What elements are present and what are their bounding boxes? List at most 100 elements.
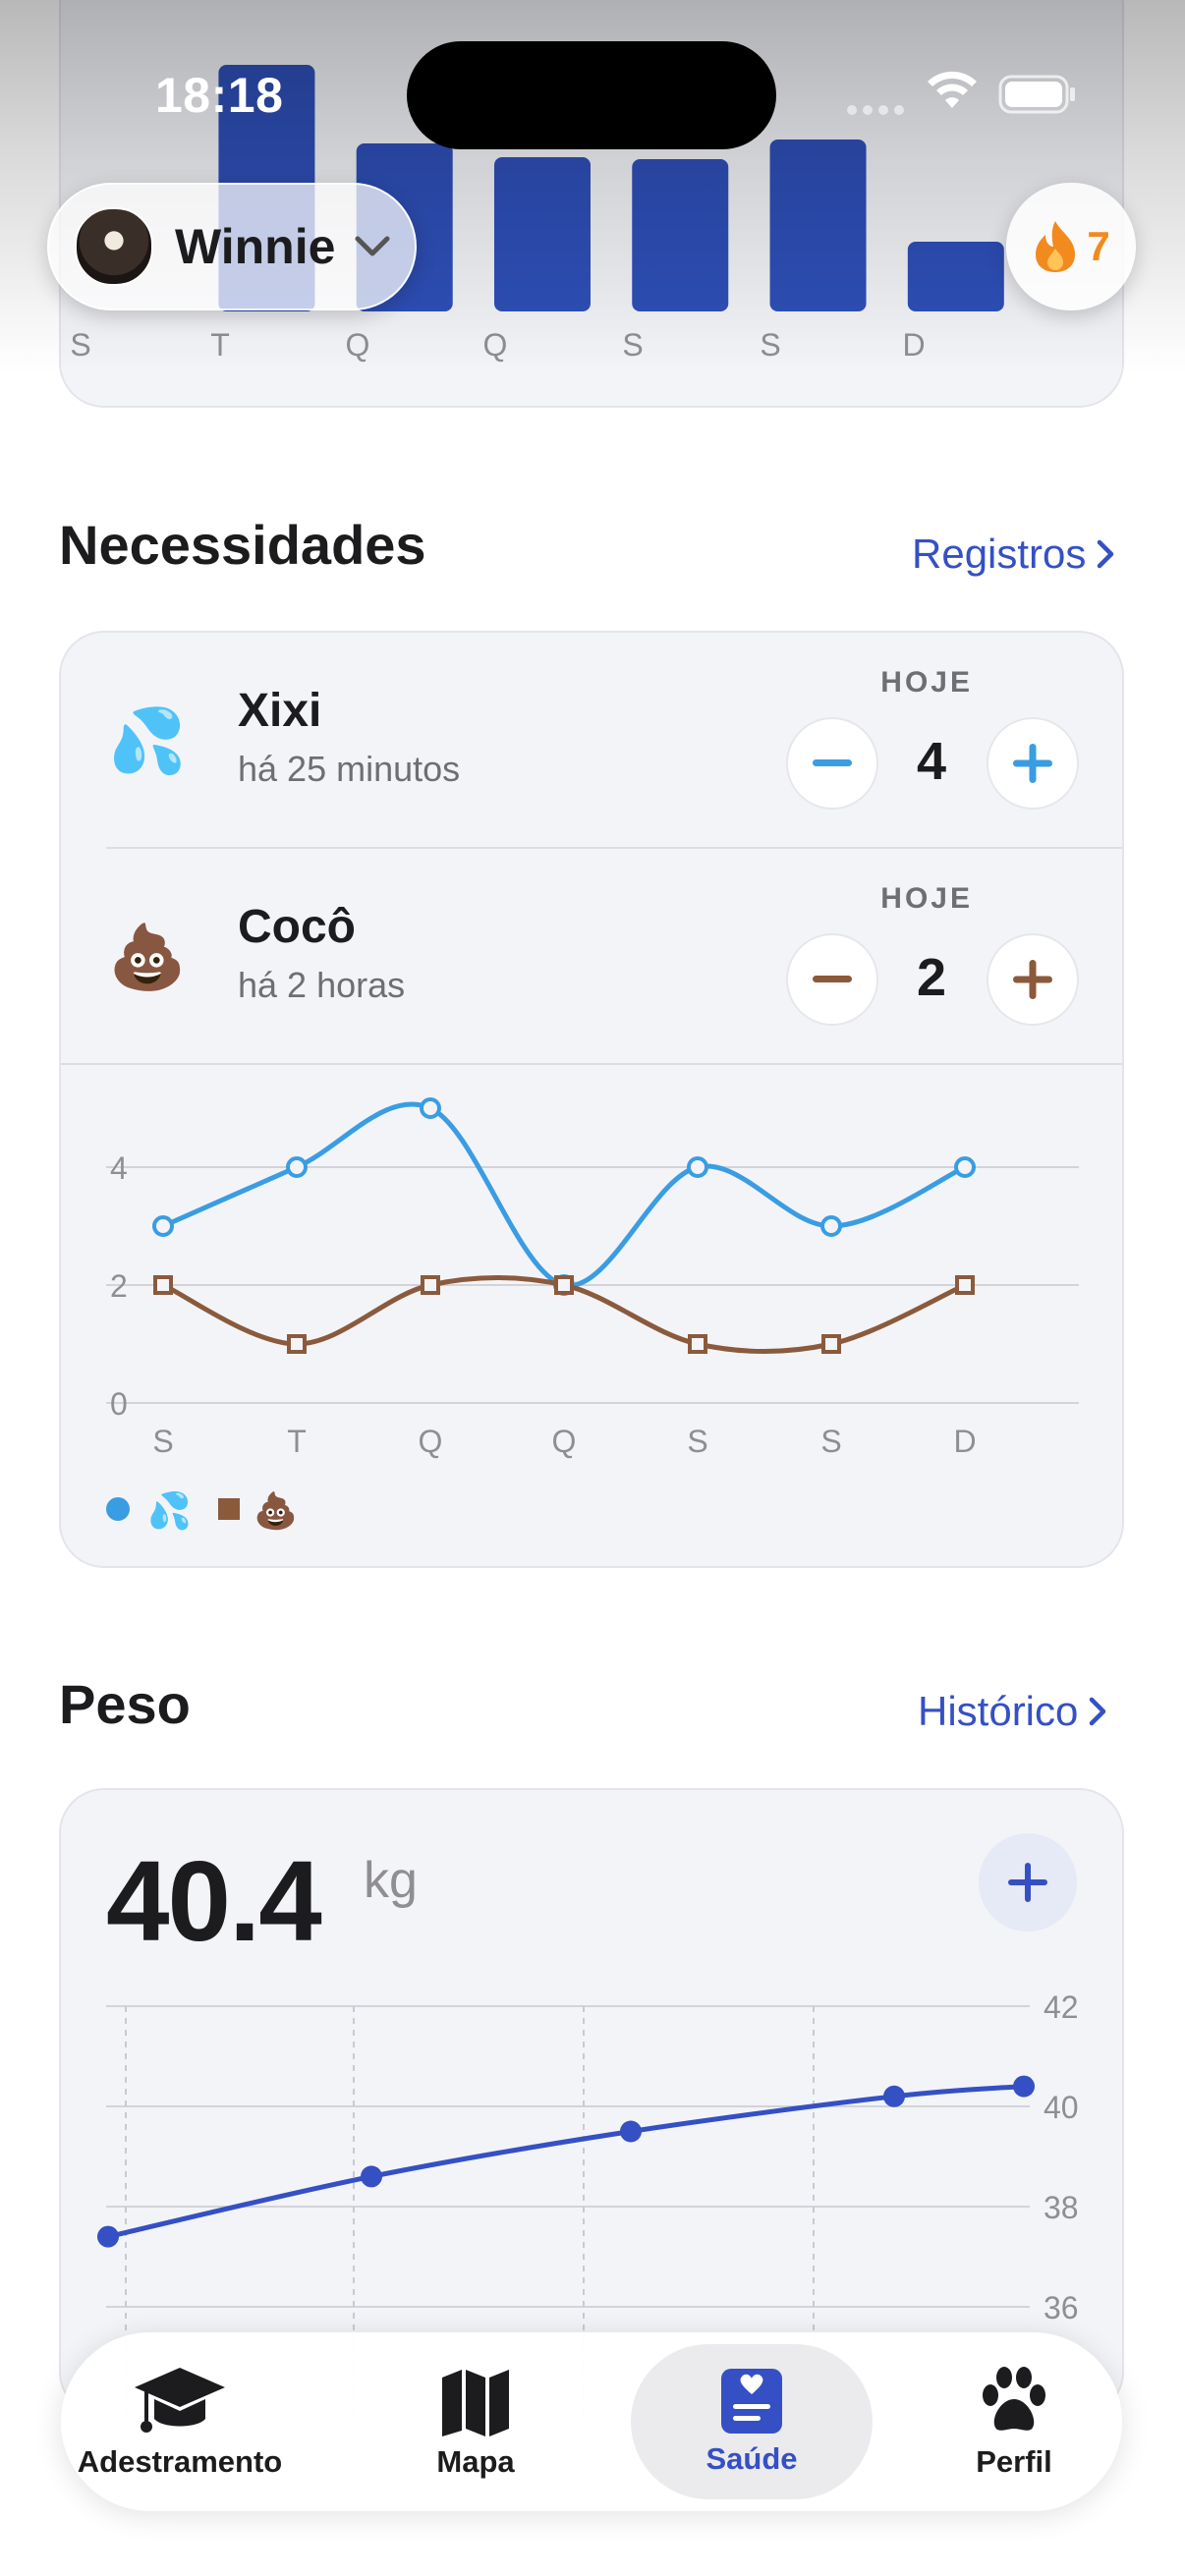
need-row-poop: 💩 Cocô há 2 horas HOJE 2 (61, 849, 1122, 1063)
needs-line-chart: 0 2 4 S T Q Q S S D 💦 💩 (106, 1097, 1079, 1532)
add-weight-button[interactable] (979, 1833, 1077, 1932)
activity-bar (907, 242, 1004, 311)
weight-history-label: Histórico (918, 1688, 1079, 1734)
poop-decrement-button[interactable] (786, 933, 878, 1026)
pet-name: Winnie (175, 219, 336, 274)
paw-icon (983, 2367, 1045, 2431)
weight-value: 40.4 (106, 1837, 322, 1965)
x-tick-label: S (820, 1424, 841, 1459)
map-icon (442, 2370, 509, 2436)
day-label: S (760, 327, 780, 363)
data-point (361, 2165, 382, 2188)
need-row-pee: 💦 Xixi há 25 minutos HOJE 4 (61, 633, 1122, 847)
day-label: Q (483, 327, 508, 363)
poop-icon: 💩 (108, 922, 187, 992)
plus-icon (1008, 1863, 1047, 1902)
health-record-icon (721, 2369, 782, 2434)
data-point (688, 1334, 707, 1354)
data-point (286, 1156, 308, 1178)
weight-unit: kg (364, 1852, 418, 1909)
data-point (421, 1275, 440, 1295)
dynamic-island (407, 41, 776, 149)
day-label: S (622, 327, 643, 363)
battery-icon (998, 75, 1075, 114)
need-title: Xixi (238, 685, 322, 737)
weight-section-title: Peso (59, 1673, 191, 1735)
chevron-down-icon (355, 236, 390, 256)
y-tick-label: 36 (1044, 2290, 1079, 2325)
y-tick-label: 38 (1044, 2190, 1079, 2225)
activity-bar (769, 140, 867, 311)
activity-bar (493, 157, 591, 311)
data-point (554, 1275, 574, 1295)
x-tick-label: T (287, 1424, 307, 1459)
x-tick-label: S (152, 1424, 173, 1459)
legend-swatch (106, 1497, 130, 1521)
plus-icon (1013, 960, 1052, 999)
data-point (420, 1097, 441, 1119)
plus-icon (1013, 744, 1052, 783)
tab-label: Mapa (436, 2444, 515, 2479)
need-today-label: HOJE (880, 666, 973, 699)
tab-label: Perfil (976, 2444, 1052, 2479)
need-last-time: há 25 minutos (238, 749, 461, 789)
poop-increment-button[interactable] (987, 933, 1079, 1026)
tab-label: Saúde (705, 2441, 798, 2476)
minus-icon (813, 759, 852, 766)
water-drops-icon: 💦 (108, 705, 187, 776)
tab-mapa[interactable]: Mapa (387, 2344, 564, 2499)
activity-bar (632, 159, 729, 311)
y-tick-label: 4 (110, 1150, 128, 1186)
pet-selector[interactable]: Winnie (47, 183, 417, 310)
data-point (954, 1156, 976, 1178)
data-point (820, 1215, 842, 1237)
day-label: T (210, 327, 230, 363)
needs-section-title: Necessidades (59, 514, 426, 576)
data-point (955, 1275, 975, 1295)
x-tick-label: D (953, 1424, 976, 1459)
x-tick-label: Q (552, 1424, 577, 1459)
data-point (821, 1334, 841, 1354)
flame-icon (1036, 221, 1076, 272)
cellular-signal-icon (847, 102, 910, 120)
y-tick-label: 0 (110, 1386, 128, 1422)
need-today-label: HOJE (880, 882, 973, 915)
needs-records-link[interactable]: Registros (912, 531, 1115, 578)
day-label: D (902, 327, 925, 363)
needs-card: 💦 Xixi há 25 minutos HOJE 4 💩 Cocô há 2 … (59, 631, 1124, 1568)
y-tick-label: 40 (1044, 2090, 1079, 2125)
legend-swatch (218, 1498, 240, 1520)
pee-count: 4 (916, 732, 947, 791)
pet-avatar (75, 207, 153, 286)
pee-increment-button[interactable] (987, 717, 1079, 810)
x-tick-label: Q (419, 1424, 443, 1459)
chevron-right-icon (1098, 539, 1114, 569)
data-point (1013, 2075, 1035, 2098)
tab-perfil[interactable]: Perfil (926, 2344, 1102, 2499)
data-point (287, 1334, 307, 1354)
need-title: Cocô (238, 901, 356, 953)
tab-saude[interactable]: Saúde (631, 2344, 873, 2499)
streak-badge[interactable]: 7 (1006, 183, 1136, 310)
status-time: 18:18 (155, 68, 284, 123)
needs-records-label: Registros (912, 531, 1087, 577)
legend-label: 💩 (254, 1490, 298, 1531)
data-point (620, 2120, 642, 2143)
need-last-time: há 2 horas (238, 965, 406, 1005)
tab-bar: Adestramento Mapa Saúde Perfil (61, 2332, 1122, 2511)
chevron-right-icon (1090, 1697, 1106, 1726)
data-point (883, 2085, 905, 2107)
tab-adestramento[interactable]: Adestramento (71, 2344, 289, 2499)
graduation-cap-icon (135, 2368, 225, 2433)
y-tick-label: 2 (110, 1268, 128, 1304)
series-line (161, 1101, 967, 1288)
pee-decrement-button[interactable] (786, 717, 878, 810)
weight-history-link[interactable]: Histórico (918, 1688, 1107, 1735)
data-point (687, 1156, 708, 1178)
poop-count: 2 (916, 948, 947, 1007)
y-tick-label: 42 (1044, 1989, 1079, 2025)
legend-label: 💦 (147, 1488, 192, 1532)
weight-line (107, 2084, 1025, 2240)
streak-count: 7 (1087, 223, 1110, 269)
data-point (97, 2225, 119, 2248)
